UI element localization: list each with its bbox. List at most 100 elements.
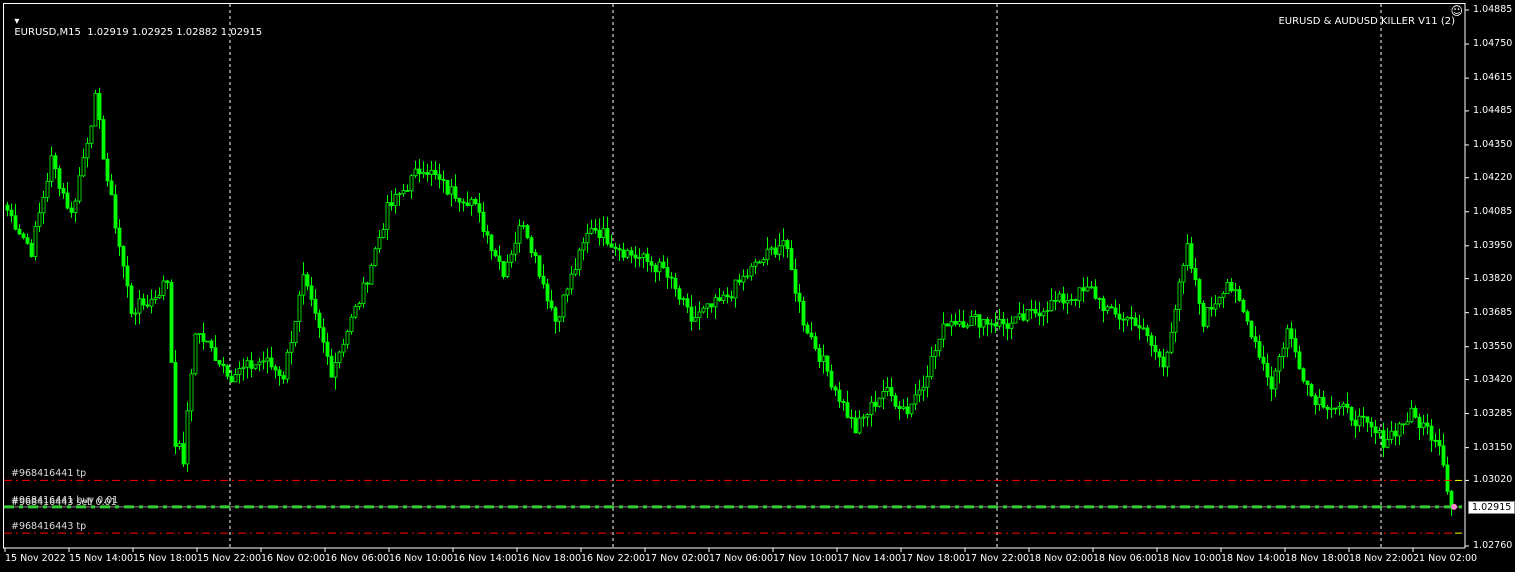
- time-tick-label: 15 Nov 22:00: [197, 553, 262, 564]
- candle: [173, 361, 178, 447]
- candle: [1405, 421, 1410, 425]
- price-tick-label: 1.04085: [1473, 205, 1513, 217]
- candle: [625, 250, 630, 258]
- candle: [1361, 415, 1366, 418]
- candle: [345, 331, 350, 345]
- candle: [1205, 307, 1210, 327]
- candle: [1381, 430, 1386, 448]
- candle: [117, 227, 122, 247]
- candle: [101, 119, 106, 160]
- candle: [69, 207, 74, 213]
- candle: [465, 202, 470, 206]
- candle: [81, 157, 86, 177]
- candle: [497, 255, 502, 262]
- candle: [1053, 299, 1058, 302]
- price-tick-label: 1.03820: [1473, 272, 1513, 284]
- time-tick-label: 15 Nov 2022: [5, 553, 66, 564]
- price-chart[interactable]: [0, 0, 1515, 572]
- candle: [1321, 396, 1326, 408]
- time-tick-label: 17 Nov 14:00: [837, 553, 902, 564]
- time-tick-label: 18 Nov 18:00: [1285, 553, 1350, 564]
- candle: [93, 93, 98, 127]
- candle: [237, 368, 242, 375]
- candle: [1425, 422, 1430, 427]
- candle: [1149, 335, 1154, 346]
- candle: [1005, 323, 1010, 329]
- candle: [1213, 303, 1218, 310]
- candle: [557, 316, 562, 322]
- candle: [469, 198, 474, 206]
- candle: [333, 362, 338, 378]
- candle: [1369, 421, 1374, 428]
- candle: [421, 171, 426, 175]
- candle: [1365, 416, 1370, 423]
- candle: [257, 361, 262, 366]
- candle: [845, 402, 850, 418]
- candle: [517, 225, 522, 244]
- candle: [1109, 306, 1114, 309]
- candle: [913, 394, 918, 405]
- candle: [1337, 406, 1342, 409]
- candle: [457, 197, 462, 203]
- candle: [205, 340, 210, 343]
- candle: [629, 250, 634, 256]
- smiley-icon[interactable]: ☺: [1450, 4, 1463, 18]
- candle: [1417, 416, 1422, 429]
- candle: [541, 275, 546, 285]
- candle: [1409, 407, 1414, 423]
- candle: [57, 168, 62, 189]
- candle: [213, 347, 218, 361]
- candle: [149, 298, 154, 307]
- symbol-header[interactable]: ▾ EURUSD,M15 1.02919 1.02925 1.02882 1.0…: [8, 5, 262, 38]
- candle: [1345, 403, 1350, 408]
- candle: [981, 319, 986, 328]
- candle: [417, 168, 422, 175]
- candle: [357, 303, 362, 307]
- candle: [993, 323, 998, 327]
- candle: [1325, 406, 1330, 410]
- candle: [317, 312, 322, 329]
- candle: [97, 93, 102, 120]
- candle: [1137, 325, 1142, 329]
- candle: [897, 405, 902, 409]
- candle: [773, 247, 778, 255]
- candle: [493, 250, 498, 257]
- candle: [1157, 351, 1162, 358]
- candle: [1245, 311, 1250, 322]
- candle: [1421, 422, 1426, 429]
- candle: [77, 175, 82, 202]
- candle: [401, 190, 406, 195]
- candle: [337, 351, 342, 364]
- candle: [141, 298, 146, 306]
- candle: [1077, 287, 1082, 302]
- price-tick-label: 1.04485: [1473, 104, 1513, 116]
- candle: [21, 233, 26, 239]
- candle: [381, 229, 386, 238]
- time-tick-label: 18 Nov 14:00: [1221, 553, 1286, 564]
- candle: [1169, 331, 1174, 353]
- candle: [509, 253, 514, 263]
- price-tick-label: 1.02760: [1473, 540, 1513, 551]
- candle: [593, 228, 598, 231]
- candle: [949, 321, 954, 327]
- candle: [1301, 368, 1306, 382]
- candle: [441, 178, 446, 181]
- dropdown-triangle-icon[interactable]: ▾: [14, 16, 19, 27]
- candle: [953, 321, 958, 325]
- candle: [933, 350, 938, 357]
- current-price-badge: 1.02915: [1468, 501, 1515, 514]
- candle: [1341, 403, 1346, 407]
- candle: [1161, 356, 1166, 368]
- candle: [1401, 423, 1406, 426]
- candle: [1281, 347, 1286, 357]
- candle: [1393, 430, 1398, 437]
- candle: [713, 297, 718, 308]
- candle: [1445, 464, 1450, 492]
- candle: [617, 248, 622, 251]
- candle: [1093, 286, 1098, 299]
- candle: [1073, 299, 1078, 302]
- candle: [209, 340, 214, 349]
- candle: [177, 443, 182, 447]
- candle: [217, 360, 222, 365]
- candle: [961, 321, 966, 328]
